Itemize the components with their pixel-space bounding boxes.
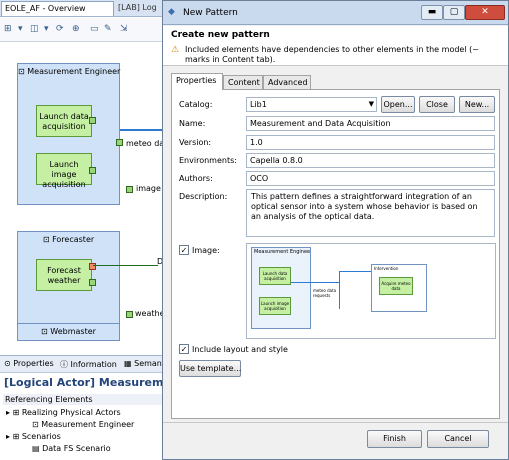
zoom-icon[interactable]: ⊕ [72, 24, 82, 34]
pattern-image-preview: Measurement Engineer Launch data acquisi… [246, 243, 496, 339]
authors-field[interactable]: OCO [246, 171, 495, 186]
preview-actor: Measurement Engineer [251, 247, 311, 329]
properties-tabs: ⊙ Properties ⓘ Information ▦ Semant [0, 356, 165, 373]
environments-label: Environments: [179, 156, 237, 165]
pin-icon[interactable]: ✎ [104, 24, 114, 34]
actor-name: Forecaster [52, 235, 95, 244]
port [89, 279, 96, 286]
flow-line [120, 129, 165, 131]
catalog-combo[interactable]: Lib1 ▼ [246, 97, 377, 112]
name-label: Name: [179, 119, 206, 128]
port [126, 311, 133, 318]
close-catalog-button[interactable]: Close [419, 96, 455, 113]
flow-label-meteo: meteo da requests [126, 139, 201, 148]
refresh-icon[interactable]: ⟳ [56, 24, 66, 34]
wizard-header: Create new pattern [171, 30, 270, 40]
warning-icon: ⚠ [171, 45, 180, 55]
open-catalog-button[interactable]: Open... [381, 96, 415, 113]
tab-content[interactable]: Content [223, 75, 263, 90]
folder-icon: ⊞ [12, 432, 20, 441]
layout-icon[interactable]: ◫ [30, 24, 40, 34]
version-label: Version: [179, 138, 212, 147]
new-pattern-dialog: ◆ New Pattern ▬ ▢ ✕ Create new pattern ⚠… [162, 0, 509, 460]
tree-item[interactable]: ▤ Data FS Scenario [32, 444, 111, 453]
image-label: Image: [192, 246, 220, 255]
app-icon: ◆ [168, 7, 175, 17]
function-launch-data[interactable]: Launch data acquisition [36, 105, 92, 137]
description-label: Description: [179, 192, 228, 201]
preview-function: Acquire meteo data [379, 277, 413, 295]
include-layout-label: Include layout and style [192, 345, 288, 354]
actor-icon: ⊡ [42, 235, 50, 244]
properties-title: [Logical Actor] Measurement [4, 376, 185, 389]
tab-properties[interactable]: Properties [171, 73, 223, 90]
folder-icon: ⊞ [12, 408, 20, 417]
preview-flow-line [339, 271, 371, 272]
scenario-icon: ▤ [32, 444, 40, 453]
footer-separator [163, 422, 508, 423]
export-icon[interactable]: ⇲ [120, 24, 130, 34]
actor-icon: ⊡ [41, 327, 48, 336]
environments-field[interactable]: Capella 0.8.0 [246, 153, 495, 168]
flow-line [93, 265, 158, 266]
description-textarea[interactable]: This pattern defines a straightforward i… [246, 189, 495, 237]
actor-name: Webmaster [50, 327, 96, 336]
cancel-button[interactable]: Cancel [427, 430, 489, 448]
dialog-title: New Pattern [183, 8, 238, 18]
tab-semantic[interactable]: ▦ Semant [124, 359, 165, 368]
filter-icon[interactable]: ▾ [44, 24, 54, 34]
version-field[interactable]: 1.0 [246, 135, 495, 150]
editor-tab-bar: EOLE_AF - Overview [LAB] Log [0, 0, 170, 17]
port [89, 167, 96, 174]
referencing-elements-label: Referencing Elements [3, 394, 163, 405]
use-template-button[interactable]: Use template... [179, 360, 241, 377]
function-forecast-weather[interactable]: Forecast weather [36, 259, 92, 291]
authors-label: Authors: [179, 174, 213, 183]
preview-flow-line [339, 271, 340, 309]
flow-label-weather: weather forecasts [135, 309, 207, 318]
name-field[interactable]: Measurement and Data Acquisition [246, 116, 495, 131]
actor-icon: ⊡ [18, 67, 25, 76]
port [126, 186, 133, 193]
image-checkbox[interactable]: ✓ [179, 245, 189, 255]
editor-tab-overview[interactable]: EOLE_AF - Overview [1, 1, 114, 16]
dialog-titlebar[interactable]: ◆ New Pattern ▬ ▢ ✕ [163, 1, 508, 25]
preview-function: Launch data acquisition [259, 267, 291, 285]
port [89, 117, 96, 124]
tab-properties[interactable]: ⊙ Properties [4, 359, 54, 368]
physical-actor-icon: ⊡ [32, 420, 39, 429]
minimize-button[interactable]: ▬ [421, 5, 443, 20]
finish-button[interactable]: Finish [367, 430, 422, 448]
new-catalog-button[interactable]: New... [459, 96, 495, 113]
chevron-down-icon: ▼ [368, 100, 374, 108]
preview-flow-line [291, 282, 339, 283]
wizard-message: Included elements have dependencies to o… [185, 45, 479, 64]
close-window-button[interactable]: ✕ [465, 5, 505, 20]
port [116, 139, 123, 146]
align-icon[interactable]: ▾ [18, 24, 28, 34]
function-launch-image[interactable]: Launch image acquisition [36, 153, 92, 189]
arrange-icon[interactable]: ⊞ [4, 24, 14, 34]
select-icon[interactable]: ▭ [90, 24, 100, 34]
tab-information[interactable]: ⓘ Information [60, 359, 117, 370]
tab-advanced[interactable]: Advanced [263, 75, 311, 90]
diagram-toolbar: ⊞ ▾ ◫ ▾ ⟳ ⊕ ▭ ✎ ⇲ [0, 18, 170, 42]
tree-item[interactable]: ▸ ⊞ Scenarios [6, 432, 61, 441]
preview-flow-label: meteo data requests [313, 288, 337, 298]
actor-name: Measurement Engineer [27, 67, 121, 76]
wizard-banner: Create new pattern ⚠ Included elements h… [163, 26, 508, 66]
include-layout-checkbox[interactable]: ✓ [179, 344, 189, 354]
tree-item[interactable]: ⊡ Measurement Engineer [32, 420, 134, 429]
preview-function: Launch image acquisition [259, 297, 291, 315]
maximize-button[interactable]: ▢ [443, 5, 465, 20]
catalog-label: Catalog: [179, 100, 213, 109]
properties-tab-panel: Catalog: Lib1 ▼ Open... Close New... Nam… [171, 89, 500, 419]
properties-view: ⊙ Properties ⓘ Information ▦ Semant [Log… [0, 355, 184, 460]
tree-item[interactable]: ▸ ⊞ Realizing Physical Actors [6, 408, 121, 417]
actor-webmaster[interactable]: ⊡ Webmaster [17, 323, 120, 341]
diagram-canvas[interactable]: ⊡ Measurement Engineer Launch data acqui… [0, 43, 207, 343]
